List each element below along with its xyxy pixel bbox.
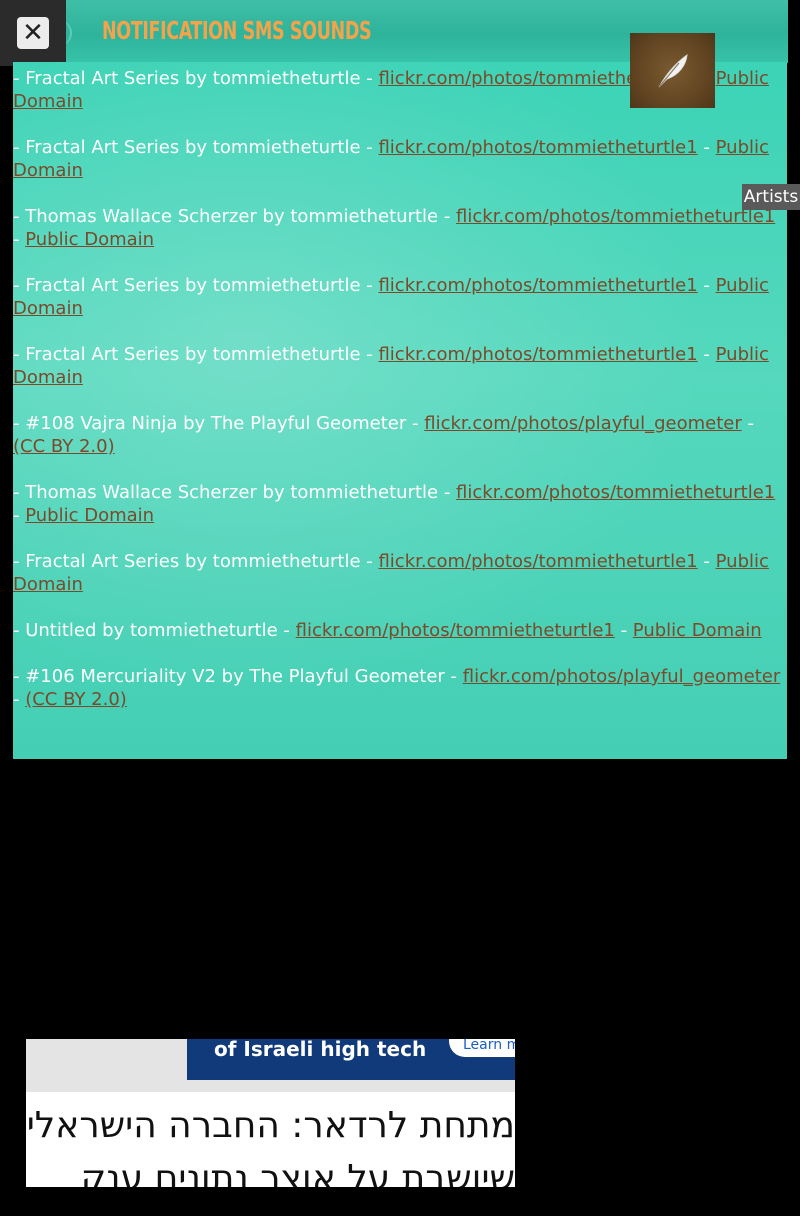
ad-banner[interactable]: of Israeli high tech Learn m מתחת לרדאר:… bbox=[26, 1039, 515, 1187]
credit-text: - Fractal Art Series by tommietheturtle … bbox=[13, 344, 379, 365]
credit-item: - Fractal Art Series by tommietheturtle … bbox=[13, 136, 787, 182]
credit-text: - Fractal Art Series by tommietheturtle … bbox=[13, 68, 379, 89]
close-button[interactable]: ✕ bbox=[0, 0, 66, 66]
ad-image[interactable]: of Israeli high tech Learn m bbox=[187, 1039, 515, 1080]
credit-link[interactable]: flickr.com/photos/tommietheturtle1 bbox=[456, 482, 775, 503]
credit-separator: - bbox=[13, 505, 26, 526]
credit-text: - #108 Vajra Ninja by The Playful Geomet… bbox=[13, 413, 425, 434]
feather-icon bbox=[658, 53, 688, 87]
credit-license-link[interactable]: (CC BY 2.0) bbox=[13, 436, 115, 457]
credit-item: - Fractal Art Series by tommietheturtle … bbox=[13, 274, 787, 320]
ad-learn-button[interactable]: Learn m bbox=[449, 1039, 515, 1057]
credit-license-link[interactable]: (CC BY 2.0) bbox=[25, 689, 127, 710]
credit-item: - Fractal Art Series by tommietheturtle … bbox=[13, 550, 787, 596]
credit-text: - #106 Mercuriality V2 by The Playful Ge… bbox=[13, 666, 463, 687]
credit-separator: - bbox=[13, 229, 26, 250]
credit-item: - #106 Mercuriality V2 by The Playful Ge… bbox=[13, 665, 787, 711]
credit-text: - Fractal Art Series by tommietheturtle … bbox=[13, 551, 379, 572]
credit-separator: - bbox=[697, 137, 716, 158]
credit-link[interactable]: flickr.com/photos/tommietheturtle1 bbox=[456, 206, 775, 227]
credit-separator: - bbox=[741, 413, 754, 434]
credits-list: - Fractal Art Series by tommietheturtle … bbox=[13, 62, 787, 711]
credit-text: - Thomas Wallace Scherzer by tommiethetu… bbox=[13, 482, 457, 503]
ad-subline[interactable]: שיושבת על אוצר נתונים ענק bbox=[26, 1159, 515, 1187]
credit-license-link[interactable]: Public Domain bbox=[633, 620, 762, 641]
quill-button[interactable] bbox=[630, 33, 715, 108]
credit-link[interactable]: flickr.com/photos/tommietheturtle1 bbox=[296, 620, 615, 641]
ad-headline[interactable]: מתחת לרדאר: החברה הישראלית bbox=[26, 1106, 515, 1146]
credit-text: - Fractal Art Series by tommietheturtle … bbox=[13, 137, 379, 158]
credit-link[interactable]: flickr.com/photos/tommietheturtle1 bbox=[378, 344, 697, 365]
credit-text: - Fractal Art Series by tommietheturtle … bbox=[13, 275, 379, 296]
credit-text: - Untitled by tommietheturtle - bbox=[13, 620, 296, 641]
credit-separator: - bbox=[13, 689, 26, 710]
credit-item: - Thomas Wallace Scherzer by tommiethetu… bbox=[13, 205, 787, 251]
credit-separator: - bbox=[697, 344, 716, 365]
credit-item: - #108 Vajra Ninja by The Playful Geomet… bbox=[13, 412, 787, 458]
credit-license-link[interactable]: Public Domain bbox=[25, 505, 154, 526]
credits-panel: - Fractal Art Series by tommietheturtle … bbox=[13, 62, 787, 759]
credit-separator: - bbox=[697, 551, 716, 572]
page-title: NOTIFICATION SMS SOUNDS bbox=[102, 16, 372, 45]
close-icon: ✕ bbox=[17, 17, 49, 49]
credit-item: - Fractal Art Series by tommietheturtle … bbox=[13, 343, 787, 389]
credit-license-link[interactable]: Public Domain bbox=[25, 229, 154, 250]
credit-separator: - bbox=[614, 620, 633, 641]
credit-link[interactable]: flickr.com/photos/tommietheturtle1 bbox=[378, 275, 697, 296]
credit-link[interactable]: flickr.com/photos/playful_geometer bbox=[424, 413, 742, 434]
credit-item: - Thomas Wallace Scherzer by tommiethetu… bbox=[13, 481, 787, 527]
ad-banner-text: of Israeli high tech bbox=[214, 1039, 427, 1061]
credit-link[interactable]: flickr.com/photos/tommietheturtle1 bbox=[378, 551, 697, 572]
credit-item: - Untitled by tommietheturtle - flickr.c… bbox=[13, 619, 787, 642]
credit-separator: - bbox=[697, 275, 716, 296]
credit-link[interactable]: flickr.com/photos/playful_geometer bbox=[463, 666, 781, 687]
credit-text: - Thomas Wallace Scherzer by tommiethetu… bbox=[13, 206, 457, 227]
credit-link[interactable]: flickr.com/photos/tommietheturtle1 bbox=[378, 137, 697, 158]
artists-tab[interactable]: Artists bbox=[742, 184, 800, 210]
